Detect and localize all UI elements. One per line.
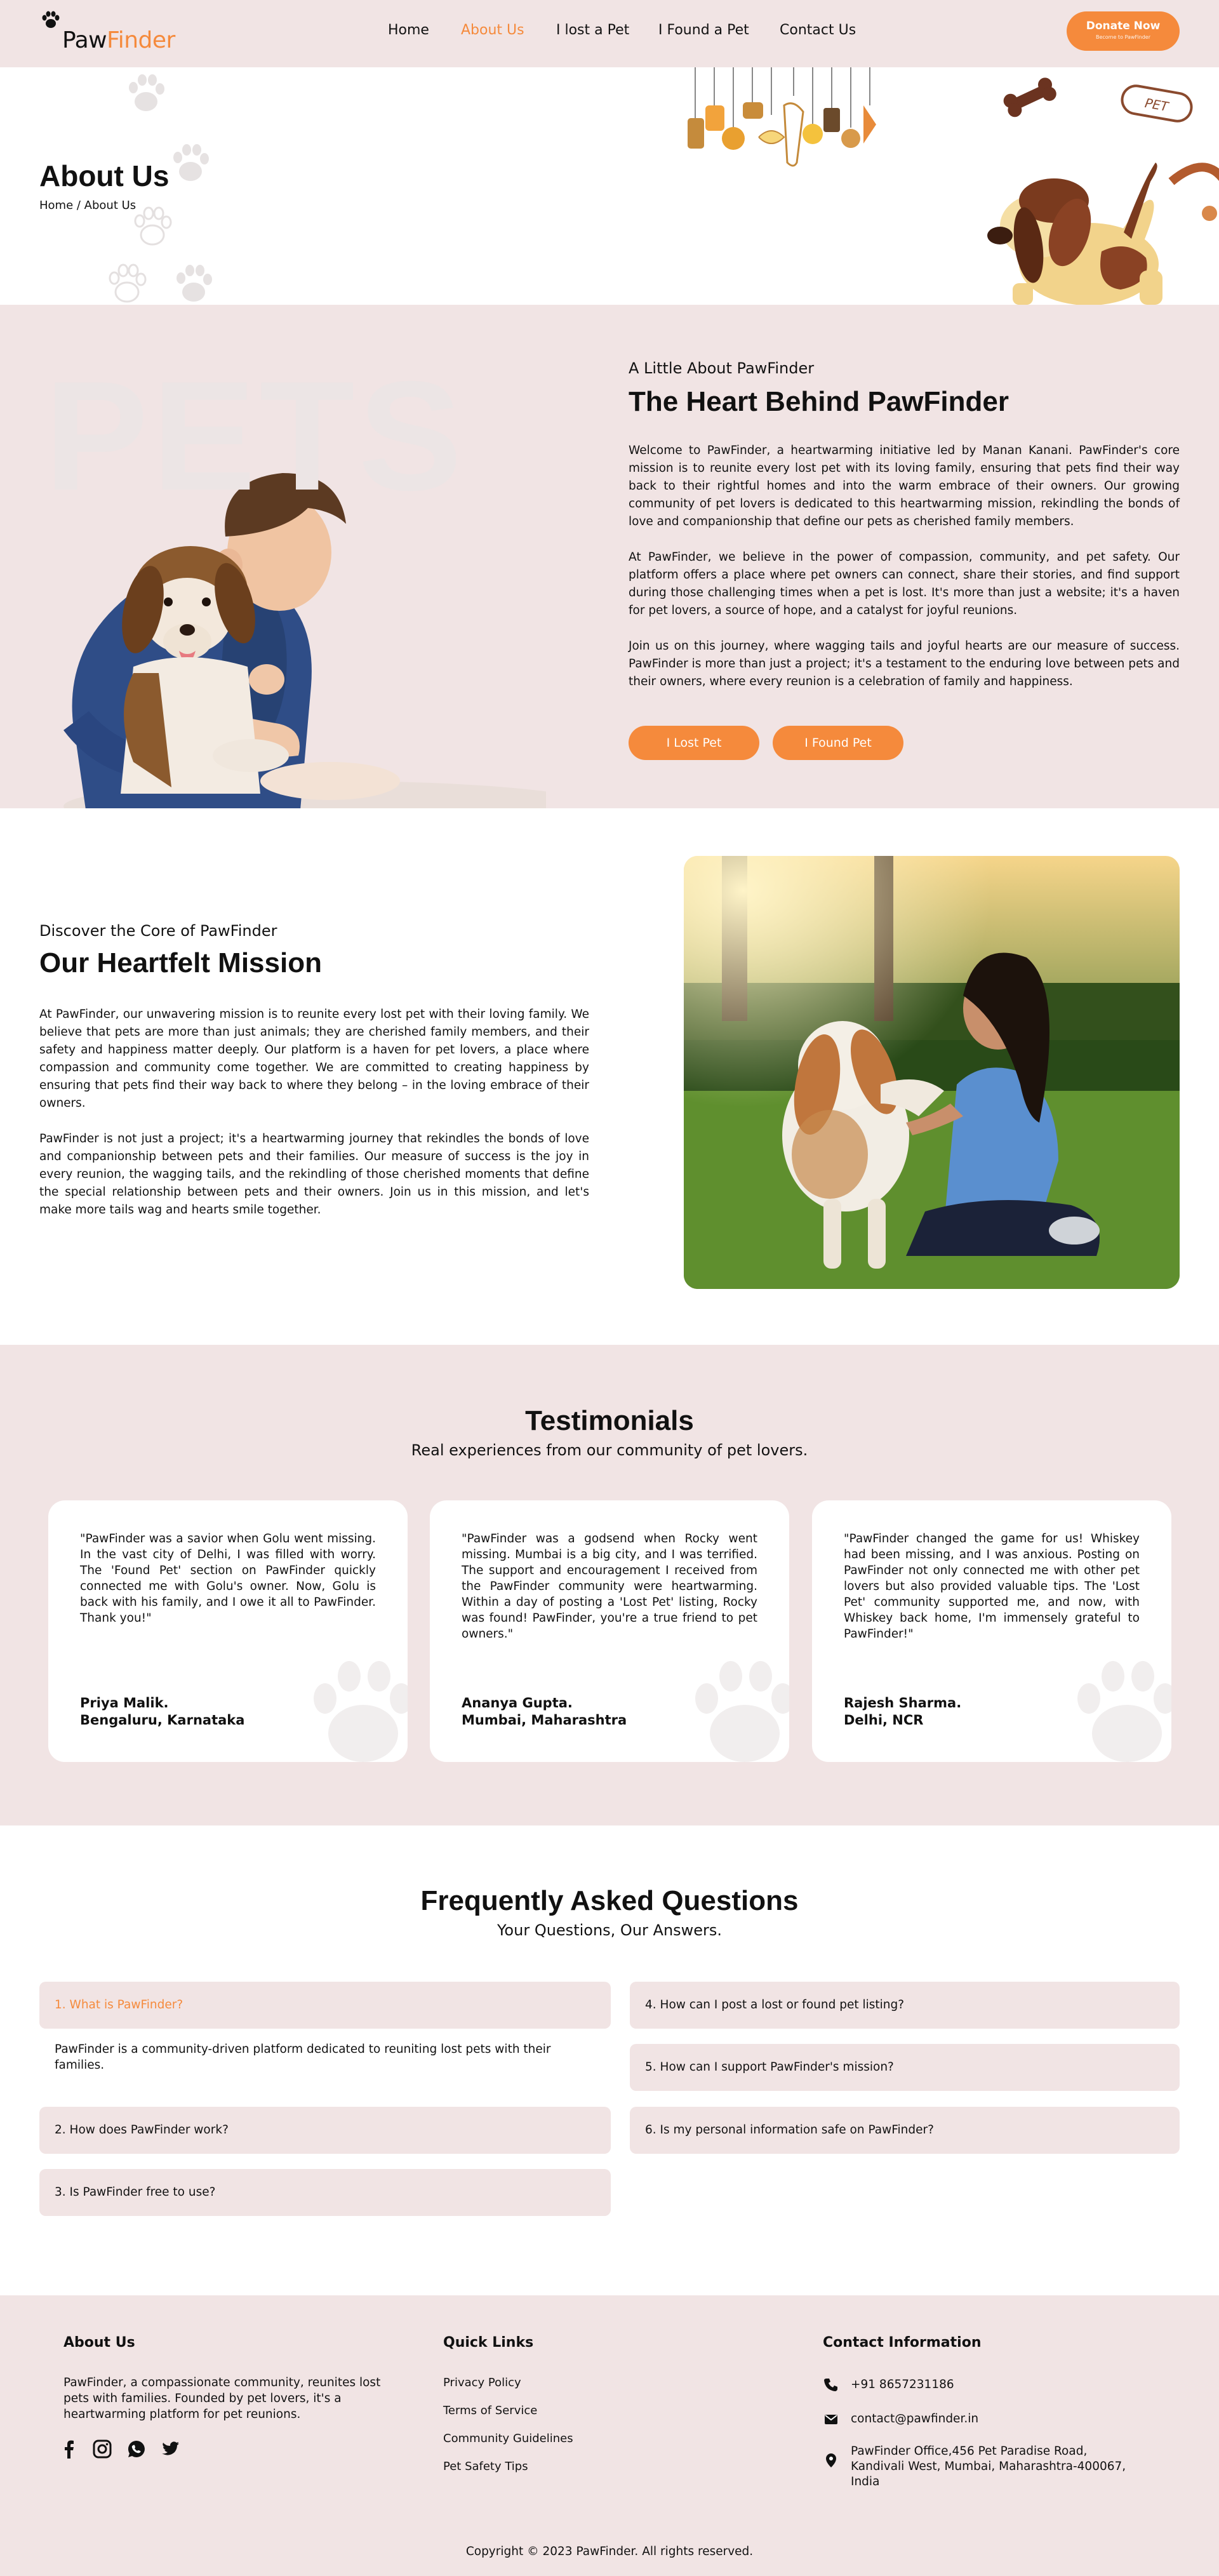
nav-about-us[interactable]: About Us xyxy=(461,22,524,38)
testimonial-quote: "PawFinder was a savior when Golu went m… xyxy=(80,1532,376,1625)
donate-sublabel: Become to PawFinder xyxy=(1095,34,1151,40)
paw-watermark-icon xyxy=(1077,1661,1171,1762)
breadcrumb: Home / About Us xyxy=(39,199,137,212)
footer-link-privacy-policy[interactable]: Privacy Policy xyxy=(443,2376,521,2389)
footer-about-title: About Us xyxy=(63,2335,135,2351)
contact-email-value[interactable]: contact@pawfinder.in xyxy=(851,2412,978,2426)
testimonial-card: "PawFinder was a godsend when Rocky went… xyxy=(430,1500,789,1762)
faq-question-2[interactable]: 2. How does PawFinder work? xyxy=(39,2107,611,2154)
testimonial-author-name: Rajesh Sharma. xyxy=(844,1695,962,1711)
about-paragraph: Welcome to PawFinder, a heartwarming ini… xyxy=(629,444,1180,528)
about-eyebrow: A Little About PawFinder xyxy=(629,359,815,377)
location-pin-icon xyxy=(824,2444,841,2471)
testimonial-card: "PawFinder changed the game for us! Whis… xyxy=(812,1500,1171,1762)
mission-paragraph: PawFinder is not just a project; it's a … xyxy=(39,1132,589,1217)
copyright: Copyright © 2023 PawFinder. All rights r… xyxy=(465,2545,754,2558)
brand-logo[interactable]: Paw Finder xyxy=(41,9,175,53)
faq-question-1[interactable]: 1. What is PawFinder? xyxy=(39,1982,611,2029)
nav-contact-us[interactable]: Contact Us xyxy=(780,22,856,38)
twitter-icon[interactable] xyxy=(161,2439,180,2459)
testimonial-author: Priya Malik. Bengaluru, Karnataka xyxy=(80,1695,244,1729)
email-icon xyxy=(824,2412,841,2429)
hanging-pet-toys-illustration: PET xyxy=(688,67,1219,305)
donate-button[interactable]: Donate Now Become to PawFinder xyxy=(1067,11,1180,51)
about-body: Welcome to PawFinder, a heartwarming ini… xyxy=(629,442,1180,709)
found-pet-button[interactable]: I Found Pet xyxy=(773,726,903,760)
testimonial-quote: "PawFinder changed the game for us! Whis… xyxy=(844,1532,1140,1641)
instagram-icon[interactable] xyxy=(93,2439,112,2459)
nav-home[interactable]: Home xyxy=(388,22,429,38)
testimonial-author: Ananya Gupta. Mumbai, Maharashtra xyxy=(462,1695,627,1729)
footer-link-pet-safety-tips[interactable]: Pet Safety Tips xyxy=(443,2460,528,2473)
paw-watermark-icon xyxy=(314,1661,408,1762)
footer-about-text: PawFinder, a compassionate community, re… xyxy=(63,2376,381,2421)
footer xyxy=(0,2295,1219,2576)
testimonial-author-location: Delhi, NCR xyxy=(844,1712,924,1728)
pets-watermark: PETS xyxy=(44,349,466,523)
faq-answer-1: PawFinder is a community-driven platform… xyxy=(55,2043,551,2072)
about-paragraph: Join us on this journey, where wagging t… xyxy=(629,639,1180,688)
testimonial-quote: "PawFinder was a godsend when Rocky went… xyxy=(462,1532,757,1641)
testimonials-title: Testimonials xyxy=(525,1405,694,1436)
footer-link-terms-of-service[interactable]: Terms of Service xyxy=(443,2404,537,2417)
testimonial-author-location: Mumbai, Maharashtra xyxy=(462,1712,627,1728)
faq-question-6[interactable]: 6. Is my personal information safe on Pa… xyxy=(630,2107,1180,2154)
faq-question-3[interactable]: 3. Is PawFinder free to use? xyxy=(39,2169,611,2216)
brand-name-part1: Paw xyxy=(62,27,107,53)
whatsapp-icon[interactable] xyxy=(127,2439,146,2459)
collar-tag-text: PET xyxy=(1143,95,1170,114)
nav-found-pet[interactable]: I Found a Pet xyxy=(658,22,749,38)
mission-body: At PawFinder, our unwavering mission is … xyxy=(39,1006,589,1237)
testimonial-author-name: Priya Malik. xyxy=(80,1695,169,1711)
facebook-icon[interactable] xyxy=(60,2439,79,2459)
contact-phone: +91 8657231186 xyxy=(824,2378,1154,2395)
paw-watermark-icon xyxy=(695,1661,789,1762)
paw-logo-icon xyxy=(41,10,61,36)
phone-icon xyxy=(824,2378,841,2395)
mission-paragraph: At PawFinder, our unwavering mission is … xyxy=(39,1008,589,1110)
faq-title: Frequently Asked Questions xyxy=(420,1885,799,1916)
about-title: The Heart Behind PawFinder xyxy=(629,386,1009,417)
faq-subtitle: Your Questions, Our Answers. xyxy=(496,1921,723,1939)
page-title: About Us xyxy=(39,159,170,192)
contact-address: PawFinder Office,456 Pet Paradise Road, … xyxy=(824,2444,1154,2490)
mission-eyebrow: Discover the Core of PawFinder xyxy=(39,922,277,940)
testimonials-subtitle: Real experiences from our community of p… xyxy=(411,1441,808,1459)
contact-phone-value[interactable]: +91 8657231186 xyxy=(851,2378,954,2391)
woman-with-dog-photo xyxy=(684,856,1180,1289)
contact-address-value: PawFinder Office,456 Pet Paradise Road, … xyxy=(851,2445,1126,2488)
faq-question-4[interactable]: 4. How can I post a lost or found pet li… xyxy=(630,1982,1180,2029)
nav-lost-pet[interactable]: I lost a Pet xyxy=(556,22,629,38)
footer-contact-title: Contact Information xyxy=(823,2335,982,2351)
donate-label: Donate Now xyxy=(1086,20,1161,32)
page-hero: PET xyxy=(0,67,1219,305)
brand-name-part2: Finder xyxy=(107,27,175,53)
about-paragraph: At PawFinder, we believe in the power of… xyxy=(629,551,1180,617)
footer-links-title: Quick Links xyxy=(443,2335,534,2351)
faq-question-5[interactable]: 5. How can I support PawFinder's mission… xyxy=(630,2044,1180,2091)
testimonial-author-name: Ananya Gupta. xyxy=(462,1695,573,1711)
lost-pet-button[interactable]: I Lost Pet xyxy=(629,726,759,760)
testimonial-author-location: Bengaluru, Karnataka xyxy=(80,1712,245,1728)
testimonial-card: "PawFinder was a savior when Golu went m… xyxy=(48,1500,408,1762)
contact-email: contact@pawfinder.in xyxy=(824,2412,1154,2429)
mission-title: Our Heartfelt Mission xyxy=(39,947,322,978)
footer-link-community-guidelines[interactable]: Community Guidelines xyxy=(443,2432,573,2445)
testimonial-author: Rajesh Sharma. Delhi, NCR xyxy=(844,1695,961,1729)
